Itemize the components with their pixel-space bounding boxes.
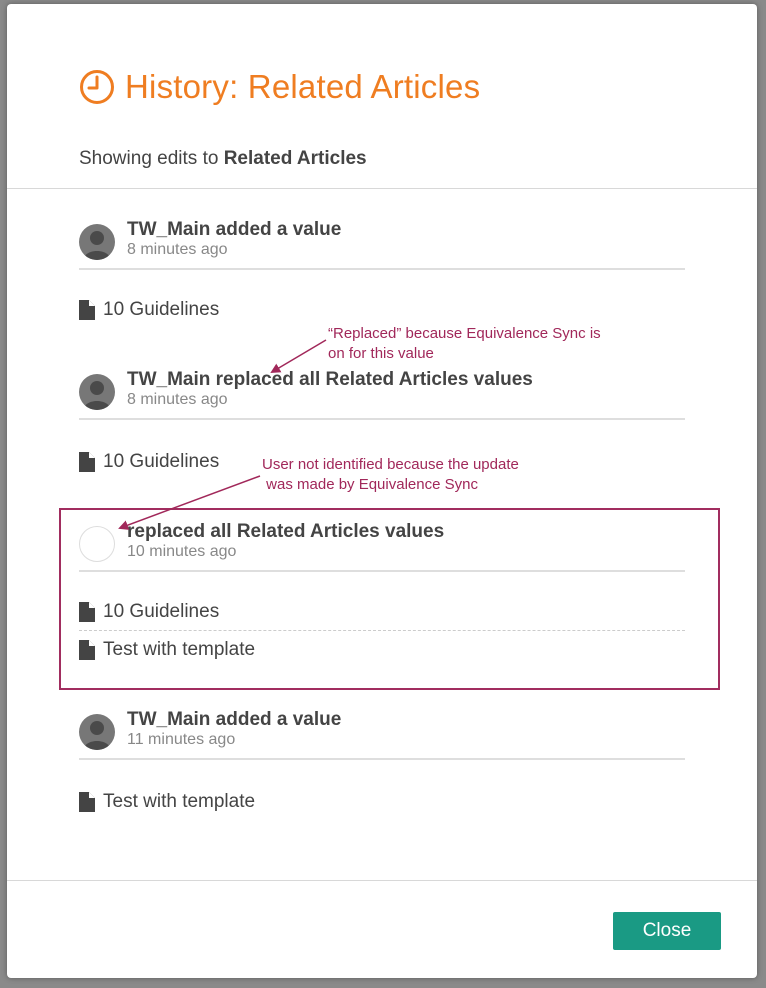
- annotation-arrow: [270, 339, 327, 374]
- annotation-arrow: [118, 475, 261, 530]
- annotation-arrows: [118, 339, 327, 530]
